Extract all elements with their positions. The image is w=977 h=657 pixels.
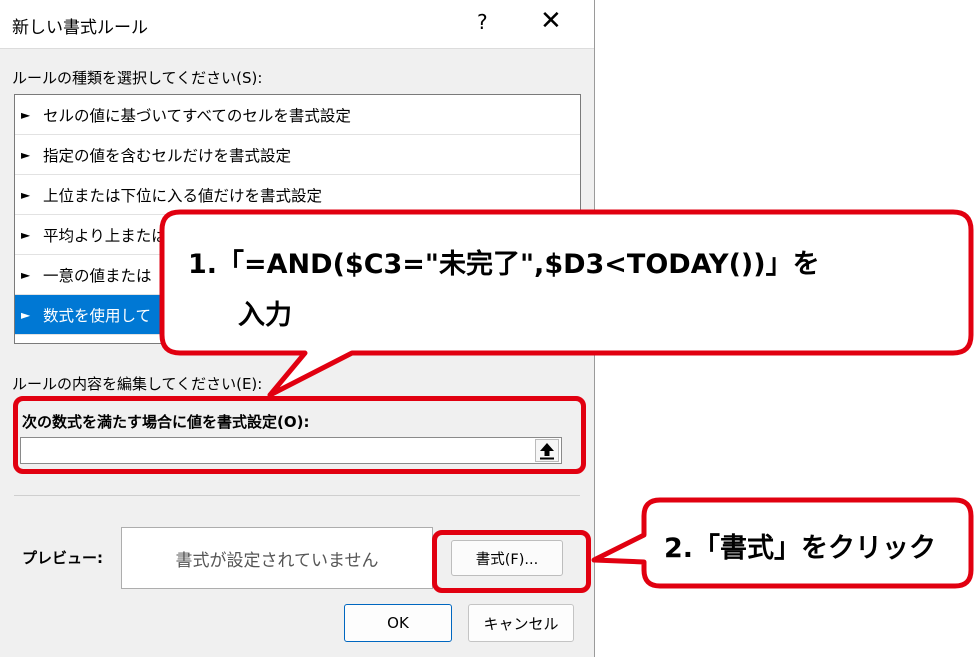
callout-step1-line1: 1.「=AND($C3="未完了",$D3<TODAY())」を — [188, 249, 820, 280]
callout-step2: 2.「書式」をクリック — [664, 533, 937, 564]
callout-step1-line2: 入力 — [238, 300, 292, 331]
